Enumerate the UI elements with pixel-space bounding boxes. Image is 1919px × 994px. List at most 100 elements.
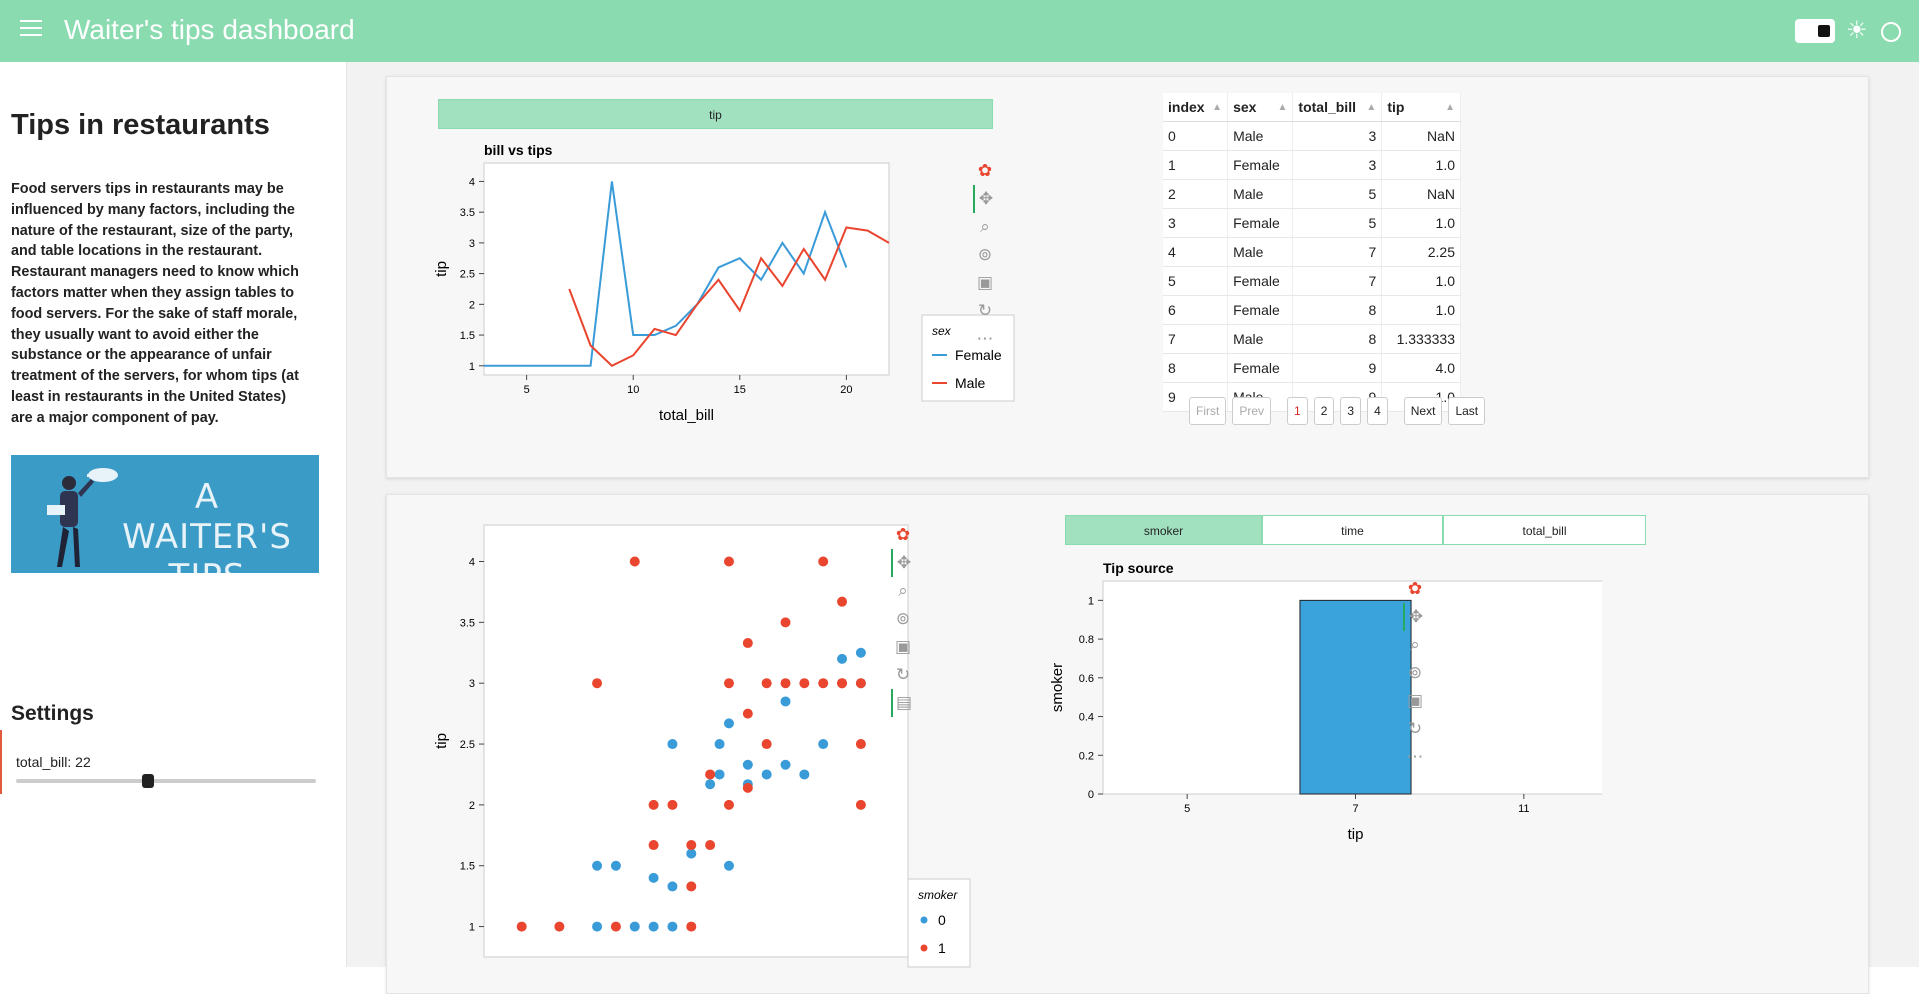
table-cell[interactable]: 0 [1163, 121, 1229, 151]
more-icon[interactable]: ⋯ [973, 325, 997, 353]
table-cell[interactable]: 7 [1292, 266, 1383, 296]
box-zoom-icon[interactable]: ⌕ [1403, 631, 1427, 659]
pager-first[interactable]: First [1189, 397, 1227, 425]
table-cell[interactable]: Male [1227, 121, 1294, 151]
table-cell[interactable]: Female [1227, 208, 1294, 238]
circle-icon[interactable] [1881, 22, 1901, 42]
save-icon[interactable]: ▣ [1403, 687, 1427, 715]
table-cell[interactable]: Male [1227, 324, 1294, 354]
toggle-button-smoker[interactable]: smoker [1065, 515, 1262, 545]
reset-icon[interactable]: ↻ [973, 297, 997, 325]
sort-icon[interactable]: ▲ [1445, 102, 1455, 113]
table-cell[interactable]: 8 [1292, 295, 1383, 325]
table-cell[interactable]: 9 [1292, 353, 1383, 383]
table-cell[interactable]: 3 [1163, 208, 1229, 238]
table-cell[interactable]: Male [1227, 179, 1294, 209]
table-row[interactable]: 4 Male 7 2.25 [1163, 237, 1461, 267]
box-zoom-icon[interactable]: ⌕ [891, 577, 915, 605]
pan-icon[interactable]: ✥ [973, 185, 997, 213]
table-cell[interactable]: 1.0 [1381, 208, 1461, 238]
table-row[interactable]: 0 Male 3 NaN [1163, 121, 1461, 151]
bokeh-logo-icon[interactable]: ✿ [891, 521, 915, 549]
pager-4[interactable]: 4 [1367, 397, 1388, 425]
table-cell[interactable]: 7 [1163, 324, 1229, 354]
chart-title: Tip source [1103, 560, 1174, 576]
table-cell[interactable]: 4 [1163, 237, 1229, 267]
table-cell[interactable]: 1.0 [1381, 295, 1461, 325]
scatter-point [705, 769, 716, 780]
menu-icon[interactable] [20, 20, 42, 38]
sort-icon[interactable]: ▲ [1366, 102, 1376, 113]
reset-icon[interactable]: ↻ [891, 661, 915, 689]
pager-next[interactable]: Next [1403, 397, 1443, 425]
pager-last[interactable]: Last [1448, 397, 1486, 425]
bokeh-logo-icon[interactable]: ✿ [1403, 575, 1427, 603]
table-cell[interactable]: Female [1227, 150, 1294, 180]
table-row[interactable]: 7 Male 8 1.333333 [1163, 324, 1461, 354]
table-cell[interactable]: 5 [1292, 208, 1383, 238]
table-cell[interactable]: 7 [1292, 237, 1383, 267]
table-cell[interactable]: NaN [1381, 179, 1461, 209]
column-header-sex[interactable]: sex ▲ [1227, 93, 1294, 122]
column-header-total-bill[interactable]: total_bill ▲ [1292, 93, 1383, 122]
column-header-label: total_bill [1298, 98, 1356, 115]
wheel-zoom-icon[interactable]: ⊚ [1403, 659, 1427, 687]
tip-source-chart[interactable]: Tip source 0 0.2 0.4 0.6 0.8 1 5 7 11 tip smoker [1042, 555, 1602, 855]
table-row[interactable]: 3 Female 5 1.0 [1163, 208, 1461, 238]
table-row[interactable]: 6 Female 8 1.0 [1163, 295, 1461, 325]
toggle-button-time[interactable]: time [1262, 515, 1443, 545]
reset-icon[interactable]: ↻ [1403, 715, 1427, 743]
table-cell[interactable]: 1.333333 [1381, 324, 1461, 354]
table-row[interactable]: 1 Female 3 1.0 [1163, 150, 1461, 180]
sort-icon[interactable]: ▲ [1278, 102, 1288, 113]
table-cell[interactable]: Female [1227, 295, 1294, 325]
pager-prev[interactable]: Prev [1232, 397, 1272, 425]
table-cell[interactable]: 8 [1292, 324, 1383, 354]
table-cell[interactable]: 3 [1292, 150, 1383, 180]
table-cell[interactable]: 2 [1163, 179, 1229, 209]
tip-button[interactable]: tip [438, 99, 993, 129]
table-cell[interactable]: 8 [1163, 353, 1229, 383]
table-cell[interactable]: 5 [1163, 266, 1229, 296]
slider-handle[interactable] [142, 774, 154, 788]
theme-toggle-icon[interactable] [1795, 19, 1835, 43]
sort-icon[interactable]: ▲ [1212, 102, 1222, 113]
table-row[interactable]: 5 Female 7 1.0 [1163, 266, 1461, 296]
wheel-zoom-icon[interactable]: ⊚ [973, 241, 997, 269]
data-table[interactable]: index ▲ sex ▲ total_bill ▲ tip ▲ 0 Male 3 NaN 1 Femal… [1163, 93, 1461, 412]
table-cell[interactable]: 4.0 [1381, 353, 1461, 383]
scatter-point [592, 860, 603, 871]
hover-icon[interactable]: ▤ [891, 689, 915, 717]
legend-swatch [920, 944, 928, 952]
column-header-index[interactable]: index ▲ [1163, 93, 1229, 122]
pan-icon[interactable]: ✥ [891, 549, 915, 577]
wheel-zoom-icon[interactable]: ⊚ [891, 605, 915, 633]
total-bill-slider[interactable] [16, 774, 316, 788]
table-cell[interactable]: 5 [1292, 179, 1383, 209]
box-zoom-icon[interactable]: ⌕ [973, 213, 997, 241]
table-cell[interactable]: Female [1227, 266, 1294, 296]
x-tick-label: 20 [840, 384, 852, 396]
save-icon[interactable]: ▣ [973, 269, 997, 297]
bokeh-logo-icon[interactable]: ✿ [973, 157, 997, 185]
column-header-tip[interactable]: tip ▲ [1381, 93, 1461, 122]
table-cell[interactable]: 3 [1292, 121, 1383, 151]
pager-2[interactable]: 2 [1313, 397, 1335, 425]
toggle-button-total-bill[interactable]: total_bill [1443, 515, 1646, 545]
table-cell[interactable]: 6 [1163, 295, 1229, 325]
table-cell[interactable]: 1.0 [1381, 266, 1461, 296]
table-cell[interactable]: Female [1227, 353, 1294, 383]
table-row[interactable]: 8 Female 9 4.0 [1163, 353, 1461, 383]
save-icon[interactable]: ▣ [891, 633, 915, 661]
sun-icon[interactable]: ☀ [1846, 17, 1868, 45]
table-cell[interactable]: 1 [1163, 150, 1229, 180]
table-cell[interactable]: 2.25 [1381, 237, 1461, 267]
table-cell[interactable]: NaN [1381, 121, 1461, 151]
pan-icon[interactable]: ✥ [1403, 603, 1427, 631]
table-cell[interactable]: 1.0 [1381, 150, 1461, 180]
table-cell[interactable]: Male [1227, 237, 1294, 267]
pager-3[interactable]: 3 [1340, 397, 1362, 425]
table-row[interactable]: 2 Male 5 NaN [1163, 179, 1461, 209]
pager-1[interactable]: 1 [1287, 397, 1308, 425]
more-icon[interactable]: ⋯ [1403, 743, 1427, 771]
